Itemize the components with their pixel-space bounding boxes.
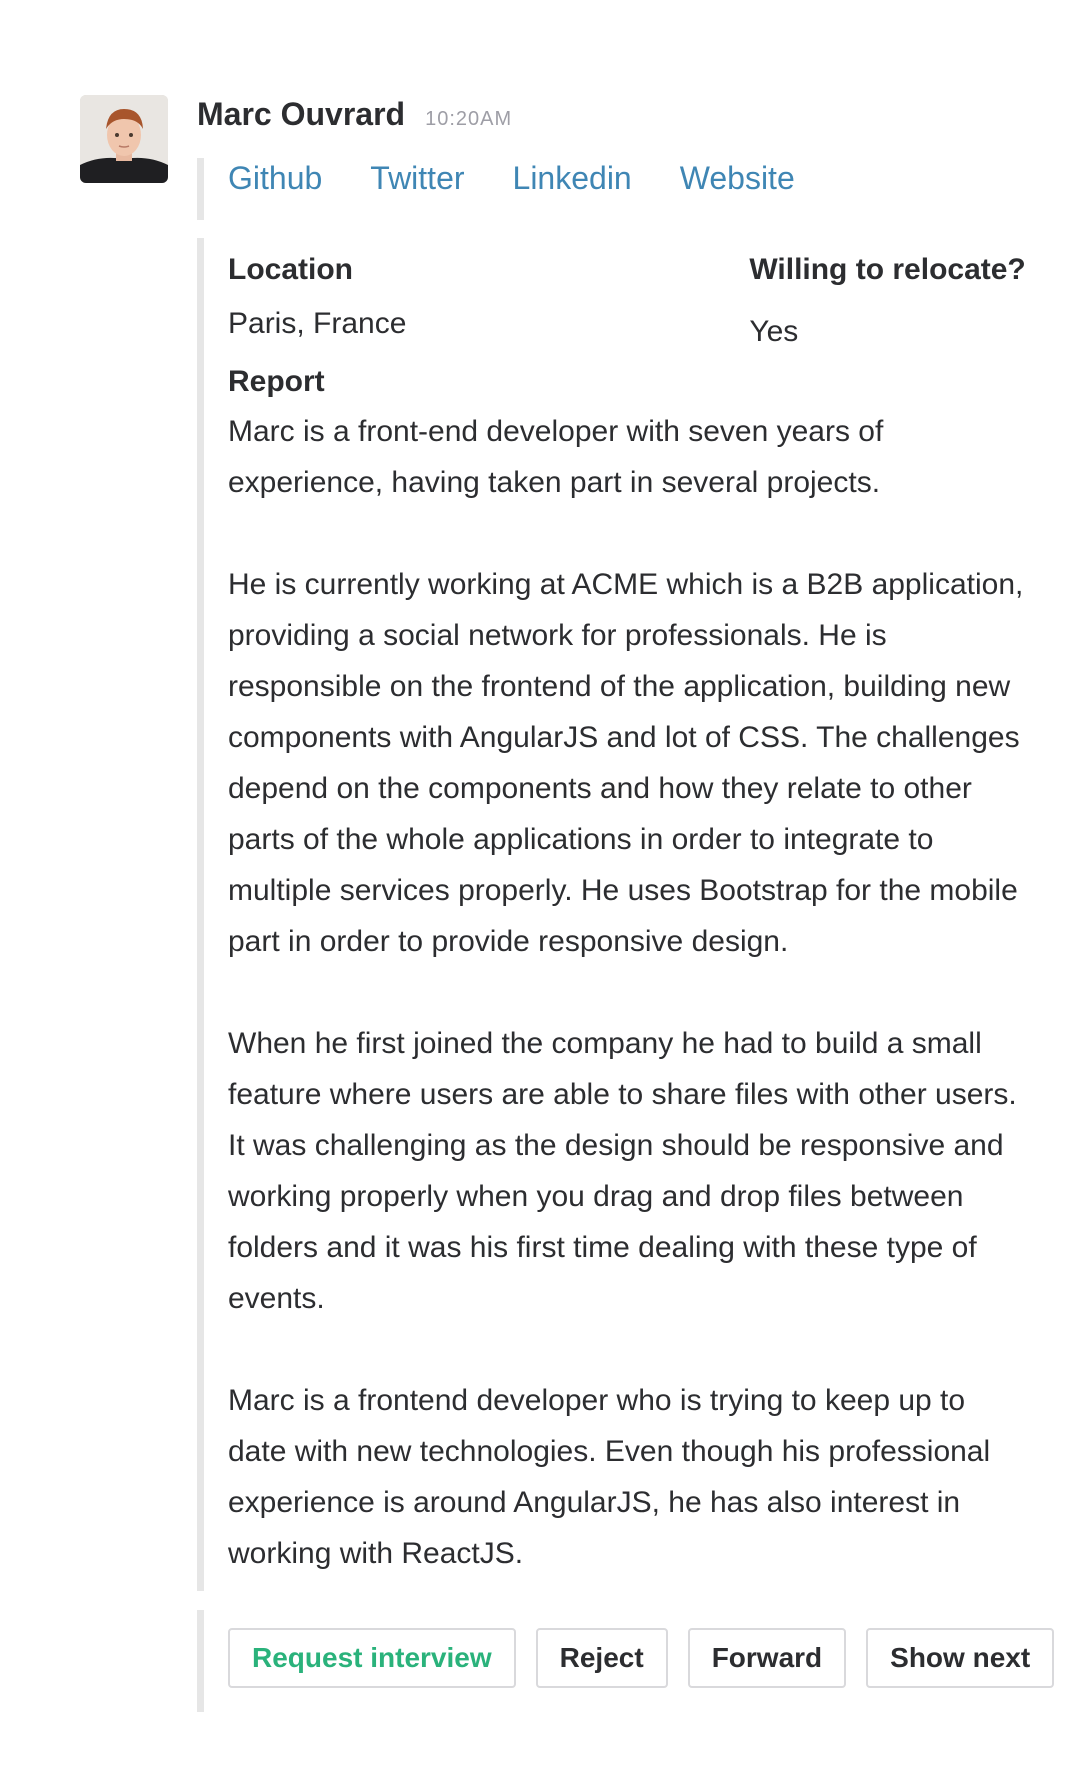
github-link[interactable]: Github bbox=[228, 160, 322, 197]
action-buttons: Request interview Reject Forward Show ne… bbox=[228, 1628, 1055, 1688]
show-next-button[interactable]: Show next bbox=[866, 1628, 1055, 1688]
report-paragraph: When he first joined the company he had … bbox=[228, 1027, 1017, 1315]
location-value: Paris, France bbox=[228, 307, 407, 340]
request-interview-button[interactable]: Request interview bbox=[228, 1628, 516, 1688]
sender-name[interactable]: Marc Ouvrard bbox=[197, 96, 405, 133]
report-paragraph: Marc is a front-end developer with seven… bbox=[228, 415, 884, 499]
relocate-title: Willing to relocate? bbox=[749, 253, 1026, 286]
reject-button[interactable]: Reject bbox=[535, 1628, 668, 1688]
twitter-link[interactable]: Twitter bbox=[370, 160, 464, 197]
report-paragraph: He is currently working at ACME which is… bbox=[228, 568, 1024, 958]
linkedin-link[interactable]: Linkedin bbox=[513, 160, 632, 197]
message-timestamp[interactable]: 10:20AM bbox=[425, 108, 512, 131]
relocate-value: Yes bbox=[749, 315, 799, 348]
candidate-details-attachment: Location Paris, France Willing to reloca… bbox=[197, 238, 1029, 1591]
profile-links: Github Twitter Linkedin Website bbox=[204, 158, 843, 197]
location-title: Location bbox=[228, 253, 353, 286]
report-title: Report bbox=[228, 365, 325, 398]
profile-links-attachment: Github Twitter Linkedin Website bbox=[197, 158, 843, 220]
actions-attachment: Request interview Reject Forward Show ne… bbox=[197, 1610, 1055, 1712]
avatar[interactable] bbox=[80, 95, 168, 183]
report-paragraph: Marc is a frontend developer who is tryi… bbox=[228, 1384, 991, 1570]
avatar-photo bbox=[80, 95, 168, 183]
relocate-field: Willing to relocate? Yes bbox=[749, 238, 1029, 352]
candidate-fields: Location Paris, France Willing to reloca… bbox=[228, 238, 1029, 352]
forward-button[interactable]: Forward bbox=[687, 1628, 847, 1688]
website-link[interactable]: Website bbox=[680, 160, 795, 197]
message-header: Marc Ouvrard 10:20AM bbox=[197, 96, 512, 133]
location-field: Location Paris, France bbox=[228, 238, 749, 352]
